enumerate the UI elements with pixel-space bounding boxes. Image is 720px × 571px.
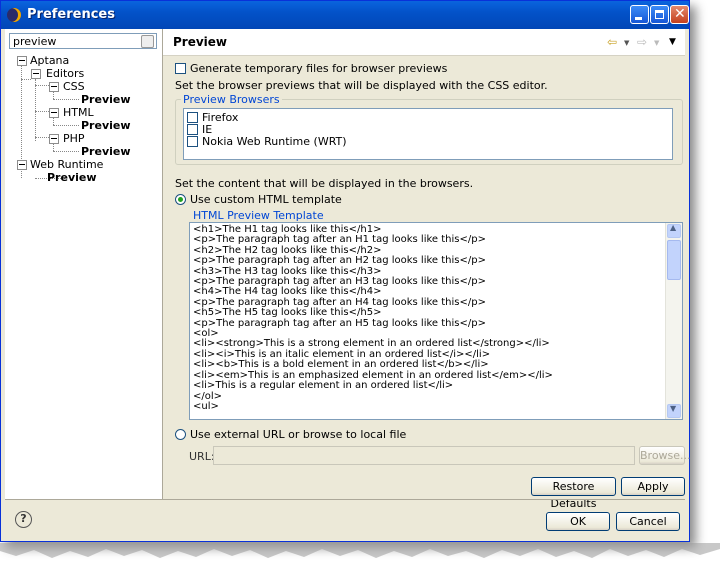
external-url-radio[interactable]	[175, 429, 186, 440]
tree-connector	[35, 85, 49, 86]
filter-input[interactable]: preview	[9, 33, 157, 49]
collapse-toggle-php[interactable]	[49, 134, 59, 144]
browse-button[interactable]: Browse...	[639, 446, 691, 465]
dialog-button-bar: ? OK Cancel	[5, 499, 685, 540]
tree-connector	[21, 169, 22, 178]
tree-item-css-preview[interactable]: Preview	[81, 93, 131, 106]
tree-connector	[53, 99, 79, 100]
page-title: Preview	[173, 35, 228, 49]
maximize-button[interactable]	[650, 5, 669, 24]
chevron-down-icon: ▼	[670, 404, 677, 413]
client-area: preview Aptana Editors CSS Preview HTML …	[5, 29, 691, 510]
tree-connector	[35, 137, 49, 138]
chevron-up-icon: ▲	[670, 223, 677, 232]
restore-defaults-button[interactable]: Restore Defaults	[531, 477, 616, 510]
tree-connector	[35, 79, 36, 141]
template-line: <li>This is a regular element in an orde…	[193, 380, 454, 392]
eclipse-icon	[7, 8, 21, 22]
template-text: <h1>The H1 tag looks like this</h1> <p>Th…	[193, 224, 553, 412]
preview-browsers-group-label: Preview Browsers	[181, 93, 282, 106]
tree-connector	[21, 65, 22, 167]
template-line: </ol>	[193, 390, 223, 402]
back-menu-icon[interactable]: ▼	[624, 39, 629, 47]
template-scrollbar[interactable]: ▲ ▼	[665, 223, 682, 419]
template-line: <p>The paragraph tag after an H5 tag loo…	[193, 317, 486, 329]
torn-edge-decoration	[0, 543, 720, 558]
tree-connector	[53, 143, 54, 151]
preference-tree-pane: preview Aptana Editors CSS Preview HTML …	[5, 29, 163, 499]
template-group-label: HTML Preview Template	[191, 209, 326, 222]
tree-item-php[interactable]: PHP	[63, 132, 85, 145]
tree-item-html[interactable]: HTML	[63, 106, 94, 119]
tree-item-css[interactable]: CSS	[63, 80, 85, 93]
page-header: Preview ⇦ ▼ ⇨ ▼ ▼	[163, 29, 685, 56]
tree-item-web-runtime-preview[interactable]: Preview	[47, 171, 97, 184]
ok-button[interactable]: OK	[546, 512, 610, 531]
tree-connector	[35, 111, 49, 112]
tree-connector	[53, 151, 79, 152]
tree-item-web-runtime[interactable]: Web Runtime	[30, 158, 103, 171]
scroll-down-button[interactable]: ▼	[667, 404, 681, 418]
browser-label-wrt: Nokia Web Runtime (WRT)	[202, 135, 347, 148]
forward-icon[interactable]: ⇨	[637, 35, 647, 49]
tree-connector	[53, 125, 79, 126]
minimize-icon	[635, 17, 642, 20]
close-button[interactable]: ✕	[670, 5, 689, 24]
external-url-label: Use external URL or browse to local file	[190, 428, 407, 441]
preferences-window: Preferences ✕ preview Aptana Editors CSS…	[0, 0, 691, 542]
tree-item-editors[interactable]: Editors	[46, 67, 84, 80]
tree-item-aptana[interactable]: Aptana	[30, 54, 69, 67]
preference-page: Preview ⇦ ▼ ⇨ ▼ ▼ Generate temporary fil…	[163, 29, 691, 510]
generate-temp-files-label: Generate temporary files for browser pre…	[190, 62, 448, 75]
template-editor[interactable]: <h1>The H1 tag looks like this</h1> <p>Th…	[189, 222, 683, 420]
scroll-up-button[interactable]: ▲	[667, 223, 681, 238]
help-icon[interactable]: ?	[15, 511, 32, 528]
browser-list: Firefox IE Nokia Web Runtime (WRT)	[183, 108, 673, 160]
collapse-toggle-html[interactable]	[49, 108, 59, 118]
cancel-button[interactable]: Cancel	[616, 512, 680, 531]
content-description: Set the content that will be displayed i…	[175, 177, 474, 190]
url-label: URL:	[189, 450, 215, 463]
tree-connector	[21, 79, 31, 80]
browser-checkbox-wrt[interactable]	[187, 136, 198, 147]
custom-template-radio[interactable]	[175, 194, 186, 205]
back-icon[interactable]: ⇦	[607, 35, 617, 49]
collapse-toggle-editors[interactable]	[31, 69, 41, 79]
tree-connector	[53, 91, 54, 99]
minimize-button[interactable]	[630, 5, 649, 24]
forward-menu-icon[interactable]: ▼	[654, 39, 659, 47]
tree-item-html-preview[interactable]: Preview	[81, 119, 131, 132]
apply-button[interactable]: Apply	[621, 477, 685, 496]
clear-filter-icon[interactable]	[141, 35, 154, 48]
title-bar[interactable]: Preferences ✕	[1, 1, 689, 29]
collapse-toggle-aptana[interactable]	[17, 56, 27, 66]
tree-connector	[53, 117, 54, 125]
template-line: <ul>	[193, 400, 219, 412]
browsers-description: Set the browser previews that will be di…	[175, 79, 548, 92]
filter-value: preview	[13, 35, 57, 48]
browser-checkbox-firefox[interactable]	[187, 112, 198, 123]
custom-template-label: Use custom HTML template	[190, 193, 342, 206]
collapse-toggle-web-runtime[interactable]	[17, 160, 27, 170]
browser-checkbox-ie[interactable]	[187, 124, 198, 135]
scroll-thumb[interactable]	[667, 240, 681, 280]
url-input[interactable]	[213, 446, 635, 465]
view-menu-icon[interactable]: ▼	[669, 37, 676, 47]
window-title: Preferences	[27, 7, 115, 22]
generate-temp-files-checkbox[interactable]	[175, 63, 186, 74]
tree-item-php-preview[interactable]: Preview	[81, 145, 131, 158]
maximize-icon	[655, 10, 664, 19]
close-icon: ✕	[674, 6, 686, 22]
collapse-toggle-css[interactable]	[49, 82, 59, 92]
